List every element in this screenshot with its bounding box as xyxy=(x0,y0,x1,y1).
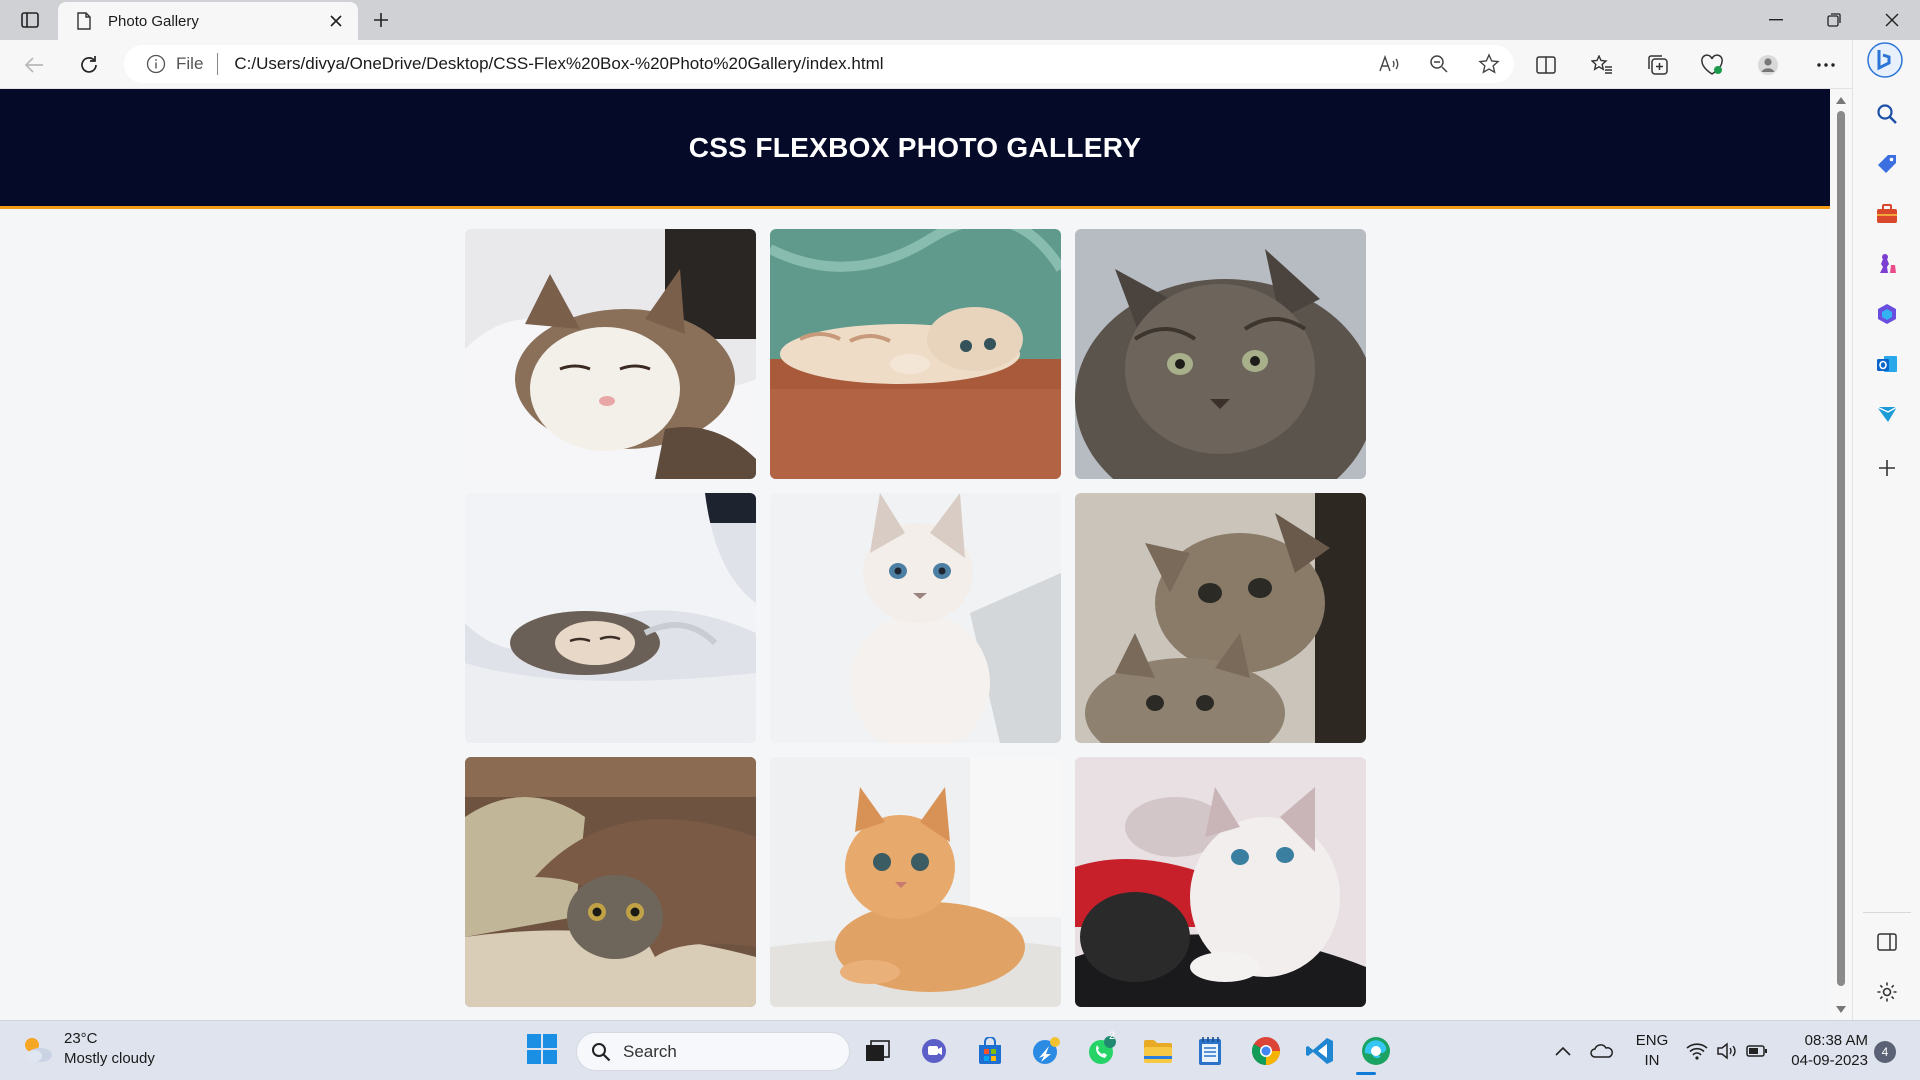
language-region: IN xyxy=(1644,1052,1660,1069)
taskbar-search[interactable]: Search xyxy=(576,1032,850,1071)
whatsapp-badge: 2 xyxy=(1108,1030,1116,1042)
battery-icon[interactable] xyxy=(1744,1031,1770,1071)
sidebar-divider xyxy=(1863,912,1911,913)
wifi-icon[interactable] xyxy=(1684,1031,1710,1071)
minimize-button[interactable] xyxy=(1748,0,1804,40)
photo-kittens-red-blanket xyxy=(1075,757,1366,1007)
web-page: CSS FLEXBOX PHOTO GALLERY xyxy=(0,89,1830,1020)
system-clock[interactable]: 08:38 AM 04-09-2023 xyxy=(1782,1031,1868,1071)
vscode-icon[interactable] xyxy=(1300,1031,1340,1071)
scroll-thumb[interactable] xyxy=(1837,111,1845,986)
sidebar-settings-gear-icon[interactable] xyxy=(1867,972,1907,1012)
refresh-button[interactable] xyxy=(72,48,106,82)
photo-kitten-under-duvet xyxy=(465,493,756,743)
scroll-up-icon[interactable] xyxy=(1835,94,1847,106)
photo-kitten-wooden-floor xyxy=(770,229,1061,479)
address-divider xyxy=(217,53,219,75)
photo-kitten-under-blanket xyxy=(465,757,756,1007)
tab-actions-icon[interactable] xyxy=(14,8,46,32)
browser-essentials-icon[interactable] xyxy=(1694,48,1730,82)
scroll-down-icon[interactable] xyxy=(1835,1003,1847,1015)
more-menu-icon[interactable] xyxy=(1808,48,1844,82)
search-icon[interactable] xyxy=(1867,94,1907,134)
favorite-star-icon[interactable] xyxy=(1464,47,1514,81)
show-hidden-icons-chevron-icon[interactable] xyxy=(1550,1031,1576,1071)
favorites-icon[interactable] xyxy=(1584,48,1620,82)
photo-cat-sleeping-blanket xyxy=(465,229,756,479)
scheme-label: File xyxy=(176,54,204,73)
address-bar[interactable]: File C:/Users/divya/OneDrive/Desktop/CSS… xyxy=(124,45,1514,83)
shopping-tag-icon[interactable] xyxy=(1867,144,1907,184)
clock-date: 04-09-2023 xyxy=(1791,1052,1868,1069)
photo-grey-tabby-cat xyxy=(1075,229,1366,479)
notification-badge[interactable]: 4 xyxy=(1874,1041,1896,1063)
weather-temperature: 23°C xyxy=(64,1030,98,1047)
windows-taskbar: 23°C Mostly cloudy Search 2 ENG IN 08:38… xyxy=(0,1020,1920,1080)
teams-chat-icon[interactable] xyxy=(914,1031,954,1071)
profile-avatar-icon[interactable] xyxy=(1750,48,1786,82)
outlook-icon[interactable] xyxy=(1867,344,1907,384)
photo-orange-kitten xyxy=(770,757,1061,1007)
microsoft-store-icon[interactable] xyxy=(970,1031,1010,1071)
clock-time: 08:38 AM xyxy=(1804,1032,1868,1049)
file-explorer-icon[interactable] xyxy=(1138,1031,1178,1071)
input-language[interactable]: ENG IN xyxy=(1632,1031,1672,1071)
tab-title: Photo Gallery xyxy=(108,12,199,30)
photo-white-siamese-kitten xyxy=(770,493,1061,743)
split-screen-icon[interactable] xyxy=(1528,48,1564,82)
bing-copilot-icon[interactable] xyxy=(1865,40,1905,80)
close-window-button[interactable] xyxy=(1864,0,1920,40)
search-label: Search xyxy=(623,1041,677,1061)
browser-toolbar: File C:/Users/divya/OneDrive/Desktop/CSS… xyxy=(0,40,1920,89)
weather-widget[interactable]: 23°C Mostly cloudy xyxy=(20,1029,155,1069)
microsoft-365-icon[interactable] xyxy=(1867,294,1907,334)
page-title: CSS FLEXBOX PHOTO GALLERY xyxy=(688,131,1142,163)
collections-icon[interactable] xyxy=(1640,48,1676,82)
page-header: CSS FLEXBOX PHOTO GALLERY xyxy=(0,89,1830,209)
read-aloud-icon[interactable] xyxy=(1364,47,1414,81)
back-button[interactable] xyxy=(17,48,51,82)
edge-sidebar xyxy=(1852,40,1920,1020)
photo-gallery xyxy=(465,229,1369,1007)
zoom-out-icon[interactable] xyxy=(1414,47,1464,81)
drop-send-icon[interactable] xyxy=(1867,394,1907,434)
tools-briefcase-icon[interactable] xyxy=(1867,194,1907,234)
browser-titlebar: Photo Gallery xyxy=(0,0,1920,40)
onedrive-cloud-icon[interactable] xyxy=(1588,1031,1616,1071)
close-tab-icon[interactable] xyxy=(322,7,350,35)
tab-photo-gallery[interactable]: Photo Gallery xyxy=(58,2,358,40)
volume-icon[interactable] xyxy=(1714,1031,1740,1071)
games-icon[interactable] xyxy=(1867,244,1907,284)
edge-beta-icon[interactable] xyxy=(1026,1031,1066,1071)
weather-condition: Mostly cloudy xyxy=(64,1050,155,1067)
restore-button[interactable] xyxy=(1806,0,1862,40)
page-icon xyxy=(74,11,94,31)
language-code: ENG xyxy=(1635,1032,1669,1049)
chrome-icon[interactable] xyxy=(1246,1031,1286,1071)
search-icon xyxy=(591,1042,611,1062)
task-view-icon[interactable] xyxy=(858,1031,898,1071)
edge-icon[interactable] xyxy=(1356,1031,1396,1071)
vertical-scrollbar[interactable] xyxy=(1830,89,1852,1020)
new-tab-button[interactable] xyxy=(366,6,396,34)
start-windows-icon[interactable] xyxy=(526,1033,562,1069)
hide-sidebar-icon[interactable] xyxy=(1867,922,1907,962)
notepad-icon[interactable] xyxy=(1190,1031,1230,1071)
add-sidebar-app-icon[interactable] xyxy=(1867,448,1907,488)
site-info-icon[interactable] xyxy=(146,54,166,74)
whatsapp-icon[interactable]: 2 xyxy=(1082,1030,1122,1071)
partly-cloudy-icon xyxy=(25,1038,52,1062)
url-text[interactable]: C:/Users/divya/OneDrive/Desktop/CSS-Flex… xyxy=(234,54,1364,74)
active-app-indicator xyxy=(1356,1072,1376,1075)
photo-two-tabby-kittens xyxy=(1075,493,1366,743)
